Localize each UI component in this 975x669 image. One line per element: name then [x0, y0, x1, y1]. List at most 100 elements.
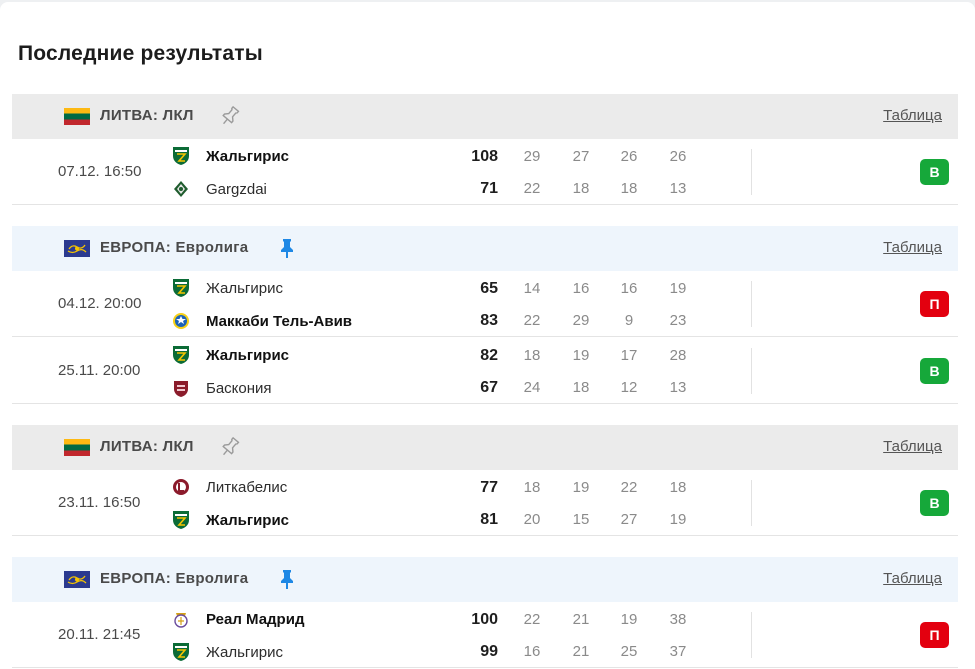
away-team[interactable]: Жальгирис	[172, 641, 283, 663]
league-name[interactable]: ЕВРОПА: Евролига	[100, 570, 248, 587]
league-name[interactable]: ЛИТВА: ЛКЛ	[100, 107, 194, 124]
away-team[interactable]: Жальгирис	[172, 509, 289, 531]
away-quarter-score: 16	[523, 643, 541, 660]
home-quarter-score: 18	[523, 479, 541, 496]
standings-table-link[interactable]: Таблица	[883, 107, 942, 124]
divider	[751, 348, 752, 394]
away-team[interactable]: Баскония	[172, 377, 272, 399]
away-quarter-score: 15	[572, 511, 590, 528]
gargzdai-logo-icon	[172, 179, 190, 199]
league-header: ЕВРОПА: Евролига Таблица	[12, 557, 958, 602]
zalgiris-logo-icon	[172, 345, 190, 365]
win-badge: В	[920, 358, 949, 384]
home-team-name: Жальгирис	[206, 147, 290, 165]
match-row[interactable]: 20.11. 21:45 Реал Мадрид 100 22 21 19 38 Жальги…	[12, 602, 958, 668]
league-header: ЕВРОПА: Евролига Таблица	[12, 226, 958, 271]
away-quarter-score: 22	[523, 312, 541, 329]
match-date: 04.12. 20:00	[58, 295, 142, 312]
league-header: ЛИТВА: ЛКЛ Таблица	[12, 94, 958, 139]
away-quarter-score: 19	[669, 511, 687, 528]
away-quarter-score: 13	[669, 379, 687, 396]
pin-icon[interactable]	[220, 105, 240, 127]
match-row[interactable]: 25.11. 20:00 Жальгирис 82 18 19 17 28 Баскония 6…	[12, 338, 958, 404]
standings-table-link[interactable]: Таблица	[883, 438, 942, 455]
match-date: 23.11. 16:50	[58, 494, 141, 511]
away-team-name: Жальгирис	[206, 643, 283, 661]
away-team-name: Маккаби Тель-Авив	[206, 312, 353, 330]
home-quarter-score: 19	[669, 280, 687, 297]
home-quarter-score: 22	[523, 611, 541, 628]
away-total-score: 71	[480, 180, 498, 197]
league-name[interactable]: ЛИТВА: ЛКЛ	[100, 438, 194, 455]
home-team[interactable]: Реал Мадрид	[172, 608, 304, 630]
pin-active-icon[interactable]	[277, 237, 297, 259]
pin-icon[interactable]	[220, 436, 240, 458]
away-quarter-score: 9	[624, 312, 634, 329]
baskonia-logo-icon	[172, 378, 190, 398]
litkabelis-logo-icon	[172, 477, 190, 497]
away-quarter-score: 18	[620, 180, 638, 197]
match-date: 20.11. 21:45	[58, 626, 141, 643]
home-total-score: 108	[471, 148, 498, 165]
away-quarter-score: 18	[572, 379, 590, 396]
home-quarter-score: 18	[669, 479, 687, 496]
zalgiris-logo-icon	[172, 510, 190, 530]
loss-badge: П	[920, 622, 949, 648]
win-badge: В	[920, 490, 949, 516]
home-team-name: Литкабелис	[206, 478, 288, 496]
home-quarter-score: 29	[523, 148, 541, 165]
match-row[interactable]: 23.11. 16:50 Литкабелис 77 18 19 22 18 Жальгири…	[12, 470, 958, 536]
zalgiris-logo-icon	[172, 146, 190, 166]
home-team-name: Жальгирис	[206, 279, 283, 297]
home-team[interactable]: Жальгирис	[172, 145, 289, 167]
home-quarter-score: 19	[572, 479, 590, 496]
home-team[interactable]: Жальгирис	[172, 277, 283, 299]
home-total-score: 82	[480, 347, 498, 364]
away-total-score: 81	[480, 511, 498, 528]
home-quarter-score: 27	[572, 148, 590, 165]
home-quarter-score: 19	[620, 611, 638, 628]
home-quarter-score: 22	[620, 479, 638, 496]
away-quarter-score: 22	[523, 180, 541, 197]
lithuania-flag-icon	[64, 108, 90, 125]
match-row[interactable]: 04.12. 20:00 Жальгирис 65 14 16 16 19 Маккаби Т…	[12, 271, 958, 337]
home-quarter-score: 21	[572, 611, 590, 628]
league-name[interactable]: ЕВРОПА: Евролига	[100, 239, 248, 256]
away-quarter-score: 18	[572, 180, 590, 197]
pin-active-icon[interactable]	[277, 568, 297, 590]
maccabi-logo-icon	[172, 311, 190, 331]
away-quarter-score: 23	[669, 312, 687, 329]
away-team-name: Жальгирис	[206, 511, 290, 529]
home-quarter-score: 14	[523, 280, 541, 297]
home-team-name: Реал Мадрид	[206, 610, 305, 628]
away-team[interactable]: Gargzdai	[172, 178, 267, 200]
lithuania-flag-icon	[64, 439, 90, 456]
match-date: 25.11. 20:00	[58, 362, 141, 379]
away-team-name: Gargzdai	[206, 180, 267, 198]
away-team[interactable]: Маккаби Тель-Авив	[172, 310, 352, 332]
home-quarter-score: 38	[669, 611, 687, 628]
away-total-score: 99	[480, 643, 498, 660]
home-quarter-score: 19	[572, 347, 590, 364]
standings-table-link[interactable]: Таблица	[883, 239, 942, 256]
match-row[interactable]: 07.12. 16:50 Жальгирис 108 29 27 26 26 Gargzdai…	[12, 139, 958, 205]
away-quarter-score: 29	[572, 312, 590, 329]
divider	[751, 149, 752, 195]
divider	[751, 612, 752, 658]
standings-table-link[interactable]: Таблица	[883, 570, 942, 587]
zalgiris-logo-icon	[172, 642, 190, 662]
home-team[interactable]: Жальгирис	[172, 344, 289, 366]
league-header: ЛИТВА: ЛКЛ Таблица	[12, 425, 958, 470]
away-total-score: 83	[480, 312, 498, 329]
europe-flag-icon	[64, 571, 90, 588]
home-quarter-score: 16	[620, 280, 638, 297]
home-team[interactable]: Литкабелис	[172, 476, 287, 498]
home-total-score: 65	[480, 280, 498, 297]
away-quarter-score: 12	[620, 379, 638, 396]
home-quarter-score: 28	[669, 347, 687, 364]
europe-flag-icon	[64, 240, 90, 257]
home-team-name: Жальгирис	[206, 346, 290, 364]
away-team-name: Баскония	[206, 379, 272, 397]
divider	[751, 281, 752, 327]
away-quarter-score: 21	[572, 643, 590, 660]
